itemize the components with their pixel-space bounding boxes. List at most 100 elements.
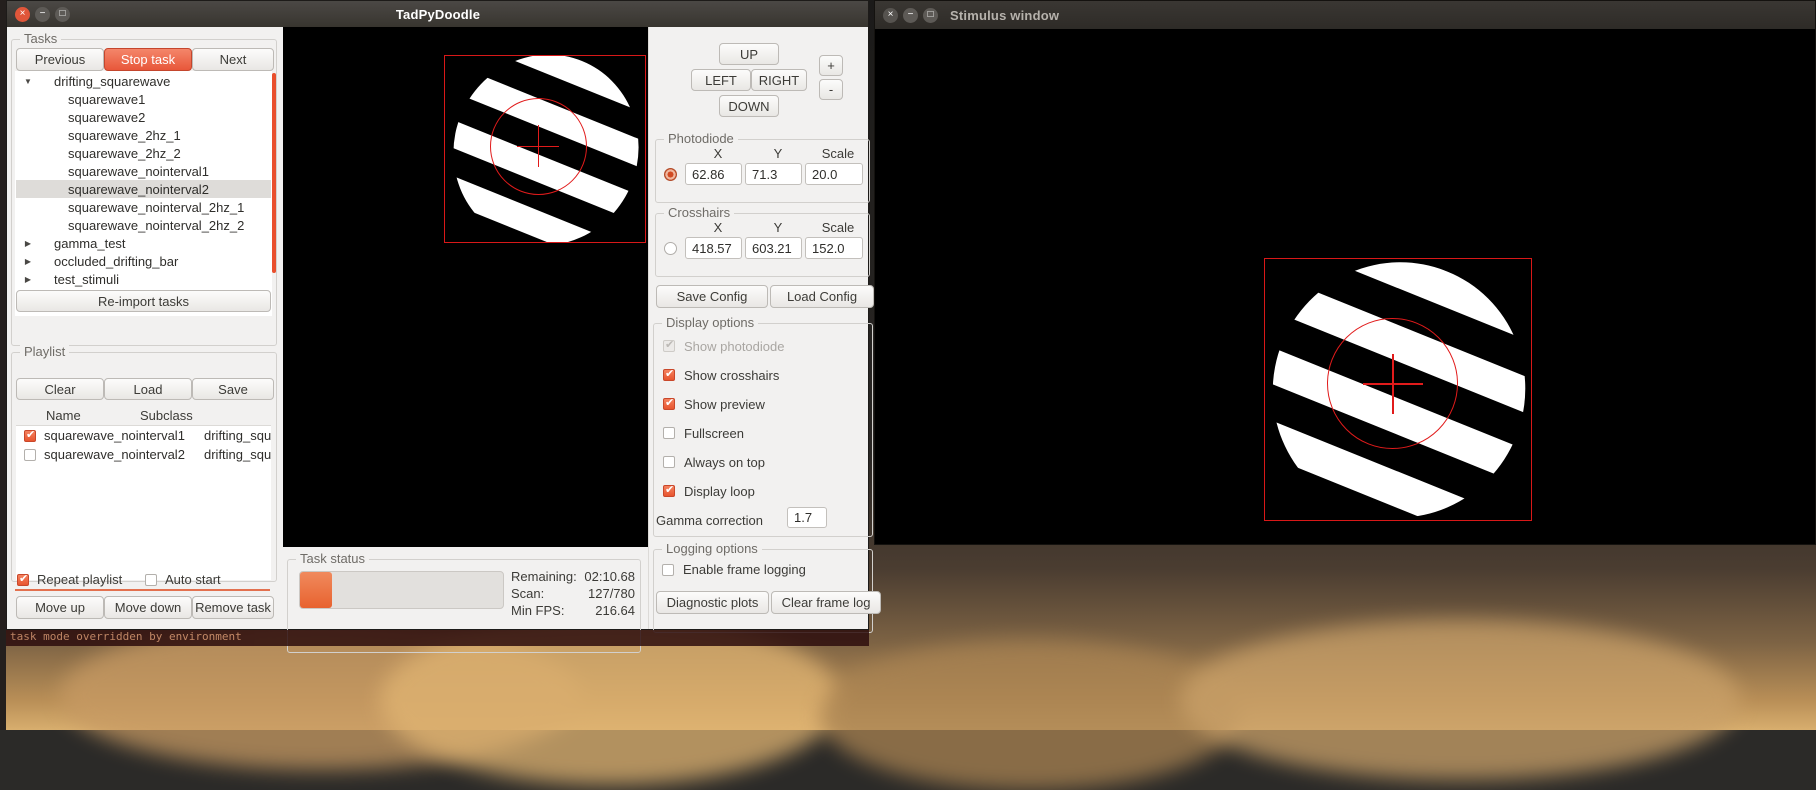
display-option-label: Show photodiode [684, 338, 785, 354]
playlist-row-checkbox[interactable] [16, 428, 44, 442]
playlist-col-subclass: Subclass [140, 407, 193, 423]
checkbox-icon[interactable] [663, 456, 675, 468]
nudge-down-button[interactable]: DOWN [719, 95, 779, 117]
chevron-right-icon[interactable]: ▶ [20, 257, 36, 266]
app-titlebar[interactable]: × − □ TadPyDoodle [7, 1, 868, 27]
panel-divider [15, 589, 270, 591]
crosshairs-x-input[interactable]: 418.57 [685, 237, 742, 259]
checkbox-icon[interactable] [663, 483, 675, 497]
playlist-table[interactable]: Name Subclass squarewave_nointerval1drif… [16, 405, 271, 580]
stimulus-preview-canvas[interactable] [283, 27, 648, 547]
load-config-button[interactable]: Load Config [770, 285, 874, 308]
task-tree-item-label: squarewave_nointerval2 [68, 181, 209, 197]
chevron-right-icon[interactable]: ▶ [20, 239, 36, 248]
photodiode-x-input[interactable]: 62.86 [685, 163, 742, 185]
crosshairs-y-input[interactable]: 603.21 [745, 237, 802, 259]
stop-task-button[interactable]: Stop task [104, 48, 192, 71]
move-up-button[interactable]: Move up [16, 596, 104, 619]
reimport-tasks-button[interactable]: Re-import tasks [16, 290, 271, 312]
playlist-save-button[interactable]: Save [192, 378, 274, 400]
repeat-playlist-checkbox[interactable]: Repeat playlist [17, 572, 122, 587]
minimize-icon[interactable]: − [903, 7, 918, 23]
playlist-load-button[interactable]: Load [104, 378, 192, 400]
task-tree-item[interactable]: squarewave1 [16, 90, 271, 108]
clear-frame-log-button[interactable]: Clear frame log [771, 591, 881, 614]
task-tree-item[interactable]: squarewave_nointerval1 [16, 162, 271, 180]
checkbox-icon[interactable] [663, 367, 675, 381]
close-icon[interactable]: × [15, 6, 30, 22]
next-button[interactable]: Next [192, 48, 274, 71]
photodiode-scale-input[interactable]: 20.0 [805, 163, 863, 185]
task-tree-item[interactable]: ▶ occluded_drifting_bar [16, 252, 271, 270]
chevron-down-icon[interactable]: ▼ [20, 77, 36, 86]
checkbox-icon[interactable] [663, 427, 675, 439]
task-tree-item[interactable]: squarewave_nointerval_2hz_1 [16, 198, 271, 216]
playlist-clear-button[interactable]: Clear [16, 378, 104, 400]
display-options-list: Show photodiode Show crosshairs Show previ… [663, 337, 784, 511]
nudge-right-button[interactable]: RIGHT [751, 69, 807, 91]
nudge-left-button[interactable]: LEFT [691, 69, 751, 91]
display-option-row[interactable]: Fullscreen [663, 424, 784, 442]
playlist-row-name: squarewave_nointerval1 [44, 428, 185, 443]
stimulus-window: × − □ Stimulus window [874, 0, 1816, 556]
task-tree-scrollbar[interactable] [272, 73, 276, 273]
crosshairs-radio[interactable] [664, 242, 677, 255]
stimulus-canvas[interactable] [875, 29, 1815, 556]
scale-increase-button[interactable]: + [819, 55, 843, 76]
chevron-right-icon[interactable]: ▶ [20, 275, 36, 284]
checkbox-icon[interactable] [24, 448, 36, 461]
enable-frame-logging-checkbox[interactable]: Enable frame logging [662, 562, 806, 577]
checkbox-icon[interactable] [24, 428, 36, 442]
display-option-label: Fullscreen [684, 425, 744, 441]
terminal-strip: task mode overridden by environment [6, 630, 869, 646]
display-option-row[interactable]: Show preview [663, 395, 784, 413]
crosshairs-group-label: Crosshairs [664, 205, 735, 220]
task-tree-item[interactable]: squarewave_nointerval2 [16, 180, 271, 198]
stimulus-titlebar[interactable]: × − □ Stimulus window [875, 1, 1815, 29]
gamma-correction-input[interactable]: 1.7 [787, 507, 827, 528]
display-option-row[interactable]: Display loop [663, 482, 784, 500]
move-down-button[interactable]: Move down [104, 596, 192, 619]
task-tree-item[interactable]: squarewave_2hz_1 [16, 126, 271, 144]
display-option-row: Show photodiode [663, 337, 784, 355]
maximize-icon[interactable]: □ [923, 7, 938, 23]
task-status-group-label: Task status [296, 551, 370, 566]
table-row[interactable]: squarewave_nointerval2 drifting_squa [16, 445, 271, 464]
save-config-button[interactable]: Save Config [656, 285, 768, 308]
crosshairs-scale-input[interactable]: 152.0 [805, 237, 863, 259]
task-tree-item[interactable]: squarewave_2hz_2 [16, 144, 271, 162]
checkbox-icon[interactable] [663, 396, 675, 410]
minimize-icon[interactable]: − [35, 6, 50, 22]
display-option-row[interactable]: Show crosshairs [663, 366, 784, 384]
task-tree-item[interactable]: ▼ drifting_squarewave [16, 72, 271, 90]
task-tree-item-label: test_stimuli [54, 271, 120, 287]
status-stat-label: Remaining: [511, 569, 577, 584]
photodiode-radio[interactable] [664, 168, 677, 181]
auto-start-checkbox[interactable]: Auto start [145, 572, 221, 587]
previous-button[interactable]: Previous [16, 48, 104, 71]
photodiode-y-input[interactable]: 71.3 [745, 163, 802, 185]
task-tree-item-label: squarewave_2hz_1 [68, 127, 181, 143]
crosshairs-y-label: Y [773, 220, 783, 235]
task-tree-item[interactable]: ▶ test_stimuli [16, 270, 271, 288]
table-row[interactable]: squarewave_nointerval1 drifting_squa [16, 426, 271, 445]
playlist-group-label: Playlist [20, 344, 70, 359]
playlist-row-checkbox[interactable] [16, 448, 44, 461]
task-tree-item[interactable]: squarewave_nointerval_2hz_2 [16, 216, 271, 234]
close-icon[interactable]: × [883, 7, 898, 23]
task-progress-bar [299, 571, 504, 609]
photodiode-scale-label: Scale [821, 146, 855, 161]
checkbox-icon[interactable] [662, 563, 674, 576]
scale-decrease-button[interactable]: - [819, 79, 843, 100]
checkbox-icon[interactable] [17, 572, 29, 586]
display-option-row[interactable]: Always on top [663, 453, 784, 471]
checkbox-icon[interactable] [145, 573, 157, 586]
diagnostic-plots-button[interactable]: Diagnostic plots [656, 591, 769, 614]
remove-task-button[interactable]: Remove task [192, 596, 274, 619]
task-tree-item[interactable]: squarewave2 [16, 108, 271, 126]
task-tree-item-label: occluded_drifting_bar [54, 253, 179, 269]
maximize-icon[interactable]: □ [55, 6, 70, 22]
task-tree-item[interactable]: ▶ gamma_test [16, 234, 271, 252]
nudge-up-button[interactable]: UP [719, 43, 779, 65]
task-tree[interactable]: ▼ drifting_squarewave squarewave1 squarewav… [15, 71, 272, 316]
